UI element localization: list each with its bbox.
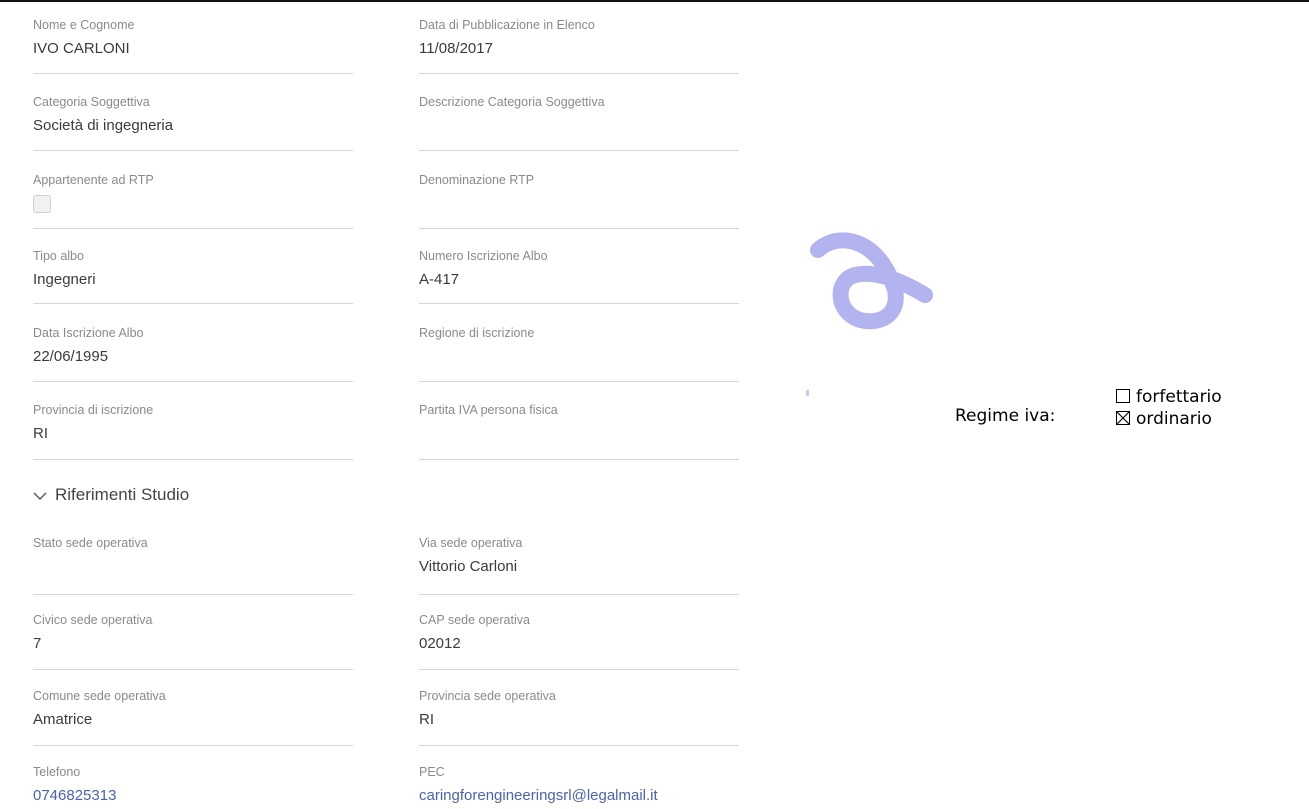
regime-option-ordinario[interactable]: ordinario (1116, 408, 1212, 430)
field-value: A-417 (419, 271, 460, 288)
field-tipo-albo: Tipo albo Ingegneri (33, 248, 353, 304)
rtp-checkbox[interactable] (33, 195, 51, 213)
field-label: Categoria Soggettiva (33, 95, 150, 109)
field-label: Regione di iscrizione (419, 326, 535, 340)
field-value: Vittorio Carloni (419, 558, 518, 575)
field-label: Data di Pubblicazione in Elenco (419, 18, 595, 32)
field-label: Descrizione Categoria Soggettiva (419, 95, 605, 109)
option-label: forfettario (1136, 387, 1222, 407)
section-riferimenti-studio[interactable]: Riferimenti Studio (33, 484, 189, 507)
field-provincia-sede: Provincia sede operativa RI (419, 688, 739, 746)
field-label: PEC (419, 765, 445, 779)
field-value: RI (419, 711, 434, 728)
field-cap-sede: CAP sede operativa 02012 (419, 612, 739, 670)
field-data-pubblicazione: Data di Pubblicazione in Elenco 11/08/20… (419, 17, 739, 74)
field-value: 11/08/2017 (419, 40, 493, 57)
checkbox-crossed-icon[interactable] (1116, 411, 1130, 425)
field-label: Numero Iscrizione Albo (419, 249, 548, 263)
field-civico-sede: Civico sede operativa 7 (33, 612, 353, 670)
field-label: Appartenente ad RTP (33, 173, 154, 187)
field-label: CAP sede operativa (419, 613, 530, 627)
field-value: Società di ingegneria (33, 117, 174, 134)
field-label: Provincia sede operativa (419, 689, 556, 703)
field-data-iscrizione: Data Iscrizione Albo 22/06/1995 (33, 325, 353, 382)
field-label: Telefono (33, 765, 81, 779)
field-stato-sede: Stato sede operativa (33, 535, 353, 595)
section-title-text: Riferimenti Studio (55, 485, 190, 504)
option-label: ordinario (1136, 409, 1212, 429)
field-label: Comune sede operativa (33, 689, 166, 703)
field-value: RI (33, 425, 48, 442)
logo-watermark (800, 200, 940, 400)
pec-link[interactable]: caringforengineeringsrl@legalmail.it (419, 786, 658, 806)
field-value: 22/06/1995 (33, 348, 109, 365)
field-value: Amatrice (33, 711, 93, 728)
regime-iva-label: Regime iva: (955, 406, 1056, 426)
chevron-down-icon (33, 485, 47, 507)
field-label: Via sede operativa (419, 536, 523, 550)
field-label: Provincia di iscrizione (33, 403, 154, 417)
field-numero-iscrizione: Numero Iscrizione Albo A-417 (419, 248, 739, 304)
field-label: Partita IVA persona fisica (419, 403, 558, 417)
field-label: Tipo albo (33, 249, 84, 263)
top-border (0, 0, 1309, 2)
field-label: Nome e Cognome (33, 18, 135, 32)
field-value: IVO CARLONI (33, 40, 130, 57)
field-appartenente-rtp: Appartenente ad RTP (33, 172, 353, 229)
telefono-link[interactable]: 0746825313 (33, 786, 116, 806)
regime-option-forfettario[interactable]: forfettario (1116, 386, 1222, 408)
field-provincia-iscrizione: Provincia di iscrizione RI (33, 402, 353, 460)
field-value: Ingegneri (33, 271, 96, 288)
field-categoria-soggettiva: Categoria Soggettiva Società di ingegner… (33, 94, 353, 151)
field-denominazione-rtp: Denominazione RTP (419, 172, 739, 229)
field-label: Data Iscrizione Albo (33, 326, 144, 340)
field-descrizione-categoria: Descrizione Categoria Soggettiva (419, 94, 739, 151)
checkbox-empty-icon[interactable] (1116, 389, 1130, 403)
field-partita-iva: Partita IVA persona fisica (419, 402, 739, 460)
field-label: Stato sede operativa (33, 536, 148, 550)
field-value: 7 (33, 635, 42, 652)
field-value: 02012 (419, 635, 461, 652)
field-regione-iscrizione: Regione di iscrizione (419, 325, 739, 382)
field-label: Denominazione RTP (419, 173, 535, 187)
field-pec: PEC caringforengineeringsrl@legalmail.it (419, 764, 739, 808)
field-telefono: Telefono 0746825313 (33, 764, 353, 808)
field-label: Civico sede operativa (33, 613, 153, 627)
field-via-sede: Via sede operativa Vittorio Carloni (419, 535, 739, 595)
field-comune-sede: Comune sede operativa Amatrice (33, 688, 353, 746)
field-nome-cognome: Nome e Cognome IVO CARLONI (33, 17, 353, 74)
